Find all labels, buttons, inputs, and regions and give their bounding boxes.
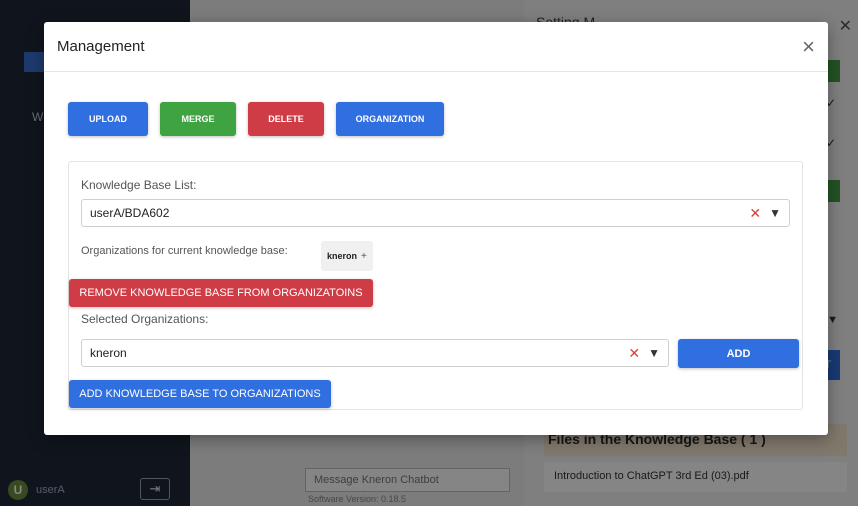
add-kb-to-orgs-button[interactable]: ADD KNOWLEDGE BASE TO ORGANIZATIONS — [69, 380, 331, 408]
chevron-down-icon[interactable]: ▼ — [769, 206, 781, 220]
selected-orgs-label: Selected Organizations: — [81, 312, 209, 326]
delete-button[interactable]: DELETE — [248, 102, 324, 136]
chevron-down-icon[interactable]: ▼ — [648, 346, 660, 360]
remove-kb-from-orgs-button[interactable]: REMOVE KNOWLEDGE BASE FROM ORGANIZATOINS — [69, 279, 373, 307]
kb-list-label: Knowledge Base List: — [81, 178, 197, 192]
action-button-row: UPLOAD MERGE DELETE ORGANIZATION — [68, 102, 444, 136]
plus-icon[interactable]: + — [361, 251, 367, 262]
close-icon[interactable]: × — [802, 35, 815, 58]
management-modal: Management × UPLOAD MERGE DELETE ORGANIZ… — [44, 22, 828, 435]
selected-orgs-select[interactable]: kneron ✕ ▼ — [81, 339, 669, 367]
kb-list-select[interactable]: userA/BDA602 ✕ ▼ — [81, 199, 790, 227]
modal-header: Management × — [44, 22, 828, 72]
modal-title: Management — [57, 38, 145, 55]
org-tag-name: kneron — [327, 251, 358, 261]
add-button[interactable]: ADD — [678, 339, 799, 368]
clear-icon[interactable]: ✕ — [628, 345, 640, 362]
organization-button[interactable]: ORGANIZATION — [336, 102, 444, 136]
upload-button[interactable]: UPLOAD — [68, 102, 148, 136]
kb-list-value: userA/BDA602 — [90, 206, 170, 220]
selected-orgs-value: kneron — [90, 346, 127, 360]
clear-icon[interactable]: ✕ — [749, 205, 761, 222]
org-tag: kneron + — [321, 241, 373, 271]
orgs-current-label: Organizations for current knowledge base… — [81, 245, 288, 257]
merge-button[interactable]: MERGE — [160, 102, 236, 136]
